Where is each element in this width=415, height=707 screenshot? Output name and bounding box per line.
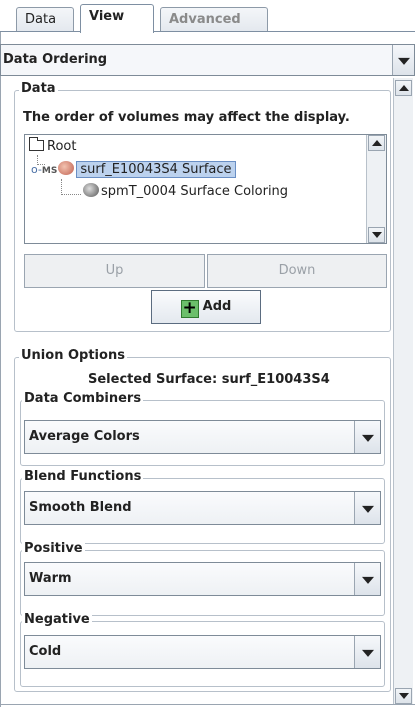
tree-scroll-down-button[interactable] <box>368 227 385 243</box>
blend-functions-select[interactable]: Smooth Blend <box>24 491 381 525</box>
panel-bottom-border <box>0 704 415 705</box>
positive-title: Positive <box>22 541 85 556</box>
tree-node-coloring[interactable]: spmT_0004 Surface Coloring <box>83 183 288 199</box>
tab-advanced: Advanced <box>160 7 268 32</box>
surface-brain-icon <box>58 161 75 175</box>
arrow-up-icon <box>372 140 382 146</box>
tree-node-root[interactable]: Root <box>29 137 77 154</box>
tree-node-root-label: Root <box>47 139 77 154</box>
selected-surface-text: Selected Surface: surf_E10043S4 <box>88 372 330 387</box>
negative-value: Cold <box>29 644 62 659</box>
data-combiners-arrow[interactable] <box>354 421 380 453</box>
order-info-text: The order of volumes may affect the disp… <box>23 110 350 125</box>
data-combiners-title: Data Combiners <box>22 391 144 406</box>
negative-title: Negative <box>22 612 92 627</box>
tab-data[interactable]: Data <box>16 7 74 32</box>
surface-badge: MS <box>41 166 58 176</box>
positive-value: Warm <box>29 571 72 586</box>
move-down-button[interactable]: Down <box>207 254 387 288</box>
tree-scroll-up-button[interactable] <box>368 135 385 151</box>
scroll-up-button[interactable] <box>395 80 412 96</box>
blend-functions-value: Smooth Blend <box>29 500 132 515</box>
positive-colormap-select[interactable]: Warm <box>24 562 381 596</box>
scroll-down-button[interactable] <box>395 688 412 704</box>
tree-scrollbar[interactable] <box>366 135 386 243</box>
negative-arrow[interactable] <box>354 636 380 668</box>
tree-node-surface-label: surf_E10043S4 Surface <box>76 161 236 178</box>
add-button[interactable]: + Add <box>151 290 261 324</box>
tree-connector <box>61 179 81 195</box>
chevron-down-icon <box>361 505 374 513</box>
arrow-down-icon <box>372 232 382 238</box>
chevron-down-icon <box>361 576 374 584</box>
volume-tree[interactable]: Root o-MS surf_E10043S4 Surface spmT_0004… <box>24 134 387 244</box>
blend-functions-arrow[interactable] <box>354 492 380 524</box>
positive-arrow[interactable] <box>354 563 380 595</box>
arrow-up-icon <box>399 85 409 91</box>
plus-icon: + <box>180 298 199 318</box>
negative-colormap-select[interactable]: Cold <box>24 635 381 669</box>
data-combiners-value: Average Colors <box>29 429 140 444</box>
data-combiners-select[interactable]: Average Colors <box>24 420 381 454</box>
chevron-down-icon <box>361 434 374 442</box>
arrow-down-icon <box>399 693 409 699</box>
chevron-down-icon <box>361 649 374 657</box>
folder-icon <box>29 137 44 151</box>
coloring-brain-icon <box>83 183 99 197</box>
dropdown-arrow-button[interactable] <box>392 45 414 75</box>
tree-expand-handle-icon[interactable]: o- <box>31 163 42 176</box>
blend-functions-title: Blend Functions <box>22 469 144 484</box>
view-section-label: Data Ordering <box>3 52 108 67</box>
move-up-button[interactable]: Up <box>24 254 205 288</box>
add-button-label: Add <box>202 299 232 314</box>
union-options-title: Union Options <box>19 348 127 363</box>
tree-node-surface[interactable]: o-MS surf_E10043S4 Surface <box>31 161 236 178</box>
panel-scrollbar[interactable] <box>393 78 413 704</box>
tab-bar: Data View Advanced <box>10 4 268 33</box>
chevron-down-icon <box>397 57 410 65</box>
tab-view[interactable]: View <box>80 4 154 33</box>
tree-node-coloring-label: spmT_0004 Surface Coloring <box>101 184 289 199</box>
data-group-title: Data <box>19 81 58 96</box>
view-section-dropdown[interactable]: Data Ordering <box>0 44 415 76</box>
